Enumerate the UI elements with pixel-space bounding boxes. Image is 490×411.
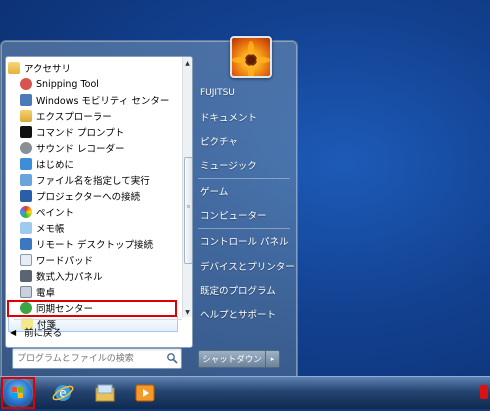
program-label: メモ帳 — [36, 224, 65, 235]
documents-link[interactable]: ドキュメント — [200, 108, 257, 126]
back-arrow-icon: ◀ — [10, 327, 17, 337]
folder-accessories[interactable]: アクセサリ — [8, 60, 184, 76]
right-separator — [198, 178, 290, 179]
back-button[interactable]: ◀ 前に戻る — [8, 323, 178, 341]
search-icon[interactable] — [166, 352, 178, 364]
music-label: ミュージック — [200, 161, 257, 172]
user-picture[interactable] — [230, 36, 272, 78]
taskbar: e — [0, 376, 490, 409]
devices-printers-link[interactable]: デバイスとプリンター — [200, 257, 295, 275]
program-label: ファイル名を指定して実行 — [36, 176, 150, 187]
scroll-down-arrow-icon[interactable]: ▼ — [183, 308, 192, 317]
program-list-scrollbar[interactable]: ▲ ≡ ▼ — [182, 57, 192, 317]
user-name-link[interactable]: FUJITSU — [200, 84, 235, 102]
search-box[interactable] — [12, 348, 182, 369]
scissors-icon — [20, 78, 32, 90]
remote-desktop-icon — [20, 238, 32, 250]
games-label: ゲーム — [200, 187, 229, 198]
program-item[interactable]: サウンド レコーダー — [20, 140, 192, 156]
program-label: サウンド レコーダー — [36, 144, 125, 155]
program-item[interactable]: 同期センター — [20, 300, 192, 316]
media-player-icon — [135, 384, 155, 402]
calculator-icon — [20, 286, 32, 298]
program-label: プロジェクターへの接続 — [36, 192, 141, 203]
shutdown-arrow-glyph: ▸ — [270, 355, 275, 363]
program-label: 数式入力パネル — [36, 272, 103, 283]
math-input-icon — [20, 270, 32, 282]
notepad-icon — [20, 222, 32, 234]
program-label: Windows モビリティ センター — [36, 96, 170, 107]
program-item[interactable]: 数式入力パネル — [20, 268, 192, 284]
program-label: 同期センター — [36, 304, 94, 315]
scroll-up-arrow-icon[interactable]: ▲ — [183, 59, 192, 68]
music-link[interactable]: ミュージック — [200, 156, 257, 174]
microphone-icon — [20, 142, 32, 154]
shutdown-button[interactable]: シャットダウン — [198, 350, 266, 368]
program-label: はじめに — [36, 160, 75, 171]
computer-label: コンピューター — [200, 211, 267, 222]
pictures-link[interactable]: ピクチャ — [200, 132, 238, 150]
all-programs-panel: アクセサリ Snipping Tool Windows モビリティ センター エ… — [5, 56, 193, 348]
sync-center-icon — [20, 302, 32, 314]
user-name-label: FUJITSU — [200, 88, 235, 98]
program-item[interactable]: ペイント — [20, 204, 192, 220]
program-item[interactable]: ワードパッド — [20, 252, 192, 268]
program-label: 電卓 — [36, 288, 56, 299]
folder-label: アクセサリ — [24, 64, 72, 75]
flower-icon — [232, 41, 270, 76]
games-link[interactable]: ゲーム — [200, 182, 228, 200]
program-item[interactable]: エクスプローラー — [20, 108, 192, 124]
taskbar-media-button[interactable] — [132, 380, 158, 406]
command-prompt-icon — [20, 126, 32, 138]
program-item[interactable]: ファイル名を指定して実行 — [20, 172, 192, 188]
search-input[interactable] — [17, 349, 163, 368]
devices-printers-label: デバイスとプリンター — [200, 262, 295, 273]
start-button-highlight — [1, 377, 35, 409]
shutdown-options-arrow-icon[interactable]: ▸ — [265, 350, 280, 368]
program-item[interactable]: Windows モビリティ センター — [20, 92, 192, 108]
mobility-center-icon — [20, 94, 32, 106]
program-label: コマンド プロンプト — [36, 128, 125, 139]
scroll-thumb[interactable]: ≡ — [184, 157, 192, 264]
program-item[interactable]: プロジェクターへの接続 — [20, 188, 192, 204]
internet-explorer-icon: e — [52, 385, 74, 401]
tray-icon[interactable] — [480, 385, 488, 399]
program-item[interactable]: メモ帳 — [20, 220, 192, 236]
program-item[interactable]: はじめに — [20, 156, 192, 172]
control-panel-link[interactable]: コントロール パネル — [200, 232, 289, 250]
program-label: ペイント — [36, 208, 75, 219]
explorer-icon — [20, 110, 32, 122]
program-label: Snipping Tool — [36, 78, 99, 90]
program-label: リモート デスクトップ接続 — [36, 240, 154, 251]
default-programs-link[interactable]: 既定のプログラム — [200, 281, 276, 299]
right-separator — [198, 228, 290, 229]
projector-icon — [20, 190, 32, 202]
paint-icon — [20, 206, 32, 218]
documents-label: ドキュメント — [200, 113, 258, 124]
program-list-separator — [14, 319, 182, 320]
taskbar-ie-button[interactable]: e — [50, 380, 76, 406]
folder-icon — [8, 62, 20, 74]
help-support-label: ヘルプとサポート — [200, 310, 277, 321]
help-support-link[interactable]: ヘルプとサポート — [200, 305, 276, 323]
program-item[interactable]: コマンド プロンプト — [20, 124, 192, 140]
default-programs-label: 既定のプログラム — [200, 286, 276, 297]
control-panel-label: コントロール パネル — [200, 237, 289, 248]
program-item[interactable]: Snipping Tool — [20, 76, 192, 92]
scroll-grip-icon: ≡ — [186, 204, 191, 210]
pictures-label: ピクチャ — [200, 137, 238, 148]
taskbar-explorer-button[interactable] — [92, 380, 118, 406]
program-label: エクスプローラー — [36, 112, 112, 123]
shutdown-label: シャットダウン — [202, 355, 262, 365]
program-item[interactable]: 電卓 — [20, 284, 192, 300]
program-label: ワードパッド — [36, 256, 94, 267]
run-icon — [20, 174, 32, 186]
file-explorer-icon — [95, 384, 115, 402]
back-label: 前に戻る — [24, 328, 63, 339]
getting-started-icon — [20, 158, 32, 170]
wordpad-icon — [20, 254, 32, 266]
computer-link[interactable]: コンピューター — [200, 206, 267, 224]
program-item[interactable]: リモート デスクトップ接続 — [20, 236, 192, 252]
